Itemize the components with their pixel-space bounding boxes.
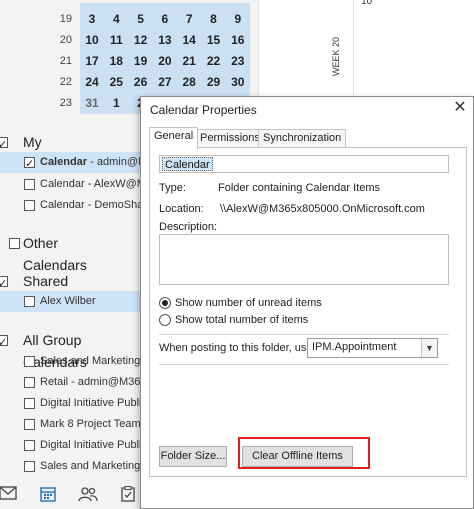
calendar-day[interactable]: 16 — [226, 30, 250, 51]
show-total-label: Show total number of items — [175, 314, 309, 326]
calendar-checkbox[interactable] — [24, 154, 35, 173]
description-textarea[interactable] — [159, 234, 449, 285]
group-checkbox[interactable] — [24, 440, 35, 451]
calendar-day[interactable]: 10 — [80, 30, 104, 51]
show-unread-radio[interactable] — [159, 297, 171, 309]
calendar-day[interactable]: 6 — [153, 9, 177, 30]
calendar-day[interactable]: 29 — [202, 72, 226, 93]
calendar-day[interactable]: 14 — [177, 30, 201, 51]
calendar-week-row: 20 10 11 12 13 14 15 16 — [0, 30, 258, 51]
separator — [159, 334, 449, 335]
calendar-day[interactable]: 19 — [129, 51, 153, 72]
week-number[interactable]: 19 — [54, 9, 72, 30]
calendar-day[interactable]: 18 — [104, 51, 128, 72]
calendar-day[interactable]: 24 — [80, 72, 104, 93]
group-checkbox[interactable] — [24, 377, 35, 388]
calendar-day[interactable]: 13 — [153, 30, 177, 51]
tasks-icon[interactable] — [118, 485, 138, 504]
type-value: Folder containing Calendar Items — [218, 182, 381, 194]
folder-item-label: Alex Wilber — [40, 295, 96, 307]
location-value: \\AlexW@M365x805000.OnMicrosoft.com — [220, 203, 425, 215]
calendar-week-row: 21 17 18 19 20 21 22 23 — [0, 51, 258, 72]
calendar-view: 10 WEEK 20 — [258, 0, 474, 96]
group-checkbox[interactable] — [24, 419, 35, 430]
dialog-title: Calendar Properties — [150, 103, 257, 117]
calendar-day[interactable]: 17 — [80, 51, 104, 72]
calendar-day[interactable]: 9 — [226, 9, 250, 30]
week-number[interactable]: 20 — [54, 30, 72, 51]
tab-permissions[interactable]: Permissions — [195, 129, 265, 148]
week-label: WEEK 20 — [331, 36, 341, 76]
calendar-day[interactable]: 3 — [80, 9, 104, 30]
show-unread-label: Show number of unread items — [175, 297, 322, 309]
folder-size-button[interactable]: Folder Size... — [159, 446, 227, 467]
week-number[interactable]: 22 — [54, 72, 72, 93]
folder-name-field[interactable]: Calendar — [159, 155, 449, 173]
calendar-day[interactable]: 4 — [104, 9, 128, 30]
calendar-day[interactable]: 20 — [153, 51, 177, 72]
show-total-radio[interactable] — [159, 314, 171, 326]
week-number[interactable]: 21 — [54, 51, 72, 72]
other-calendars-checkbox[interactable] — [9, 238, 20, 249]
calendar-demoshare-checkbox[interactable] — [24, 200, 35, 211]
type-label: Type: — [159, 182, 186, 194]
alex-wilber-checkbox[interactable] — [24, 296, 35, 307]
calendar-day[interactable]: 22 — [202, 51, 226, 72]
week-number[interactable]: 23 — [54, 93, 72, 114]
calendar-alexw-checkbox[interactable] — [24, 179, 35, 190]
group-checkbox[interactable] — [24, 398, 35, 409]
group-checkbox[interactable] — [24, 356, 35, 367]
calendar-day[interactable]: 25 — [104, 72, 128, 93]
my-calendars-checkbox[interactable] — [0, 134, 8, 156]
calendar-day[interactable]: 26 — [129, 72, 153, 93]
calendar-day[interactable]: 11 — [104, 30, 128, 51]
posting-label: When posting to this folder, use: — [159, 342, 316, 354]
column-divider — [353, 0, 354, 96]
description-label: Description: — [159, 221, 218, 233]
folder-item-label: Calendar - DemoShare — [40, 199, 154, 211]
calendar-week-row: 19 3 4 5 6 7 8 9 — [0, 9, 258, 30]
folder-item-label: Mark 8 Project Team - — [40, 418, 148, 430]
calendar-day[interactable]: 28 — [177, 72, 201, 93]
calendar-day[interactable]: 1 — [104, 93, 128, 114]
calendar-day[interactable]: 7 — [177, 9, 201, 30]
calendar-properties-dialog: Calendar Properties ✕ General Permission… — [140, 96, 474, 509]
posting-form-value: IPM.Appointment — [312, 341, 397, 353]
group-calendars-checkbox[interactable] — [0, 332, 8, 354]
chevron-down-icon[interactable]: ▼ — [421, 339, 437, 357]
calendar-icon[interactable] — [38, 486, 58, 504]
calendar-day[interactable]: 15 — [202, 30, 226, 51]
calendar-day[interactable]: 8 — [202, 9, 226, 30]
calendar-day[interactable]: 12 — [129, 30, 153, 51]
mail-icon[interactable] — [0, 486, 18, 504]
close-icon[interactable]: ✕ — [451, 98, 469, 118]
calendar-week-row: 22 24 25 26 27 28 29 30 — [0, 72, 258, 93]
calendar-day[interactable]: 23 — [226, 51, 250, 72]
posting-form-select[interactable]: IPM.Appointment ▼ — [307, 338, 438, 358]
highlight-annotation — [238, 437, 370, 469]
folder-name-value: Calendar — [162, 157, 213, 171]
general-tab-panel: Calendar Type: Folder containing Calenda… — [149, 147, 467, 477]
calendar-day[interactable]: 31 — [80, 93, 104, 114]
calendar-day[interactable]: 21 — [177, 51, 201, 72]
folder-item-label: Sales and Marketing - — [40, 355, 147, 367]
calendar-day[interactable]: 5 — [129, 9, 153, 30]
folder-item-label: Digital Initiative Public — [40, 439, 147, 451]
shared-calendars-checkbox[interactable] — [0, 273, 8, 295]
day-number: 10 — [361, 0, 373, 7]
calendar-day[interactable]: 27 — [153, 72, 177, 93]
tab-general[interactable]: General — [149, 127, 199, 149]
calendar-day[interactable]: 30 — [226, 72, 250, 93]
group-checkbox[interactable] — [24, 461, 35, 472]
folder-item-label: Digital Initiative Public — [40, 397, 147, 409]
tab-synchronization[interactable]: Synchronization — [258, 129, 347, 148]
separator — [159, 364, 449, 365]
people-icon[interactable] — [78, 486, 98, 504]
location-label: Location: — [159, 203, 204, 215]
